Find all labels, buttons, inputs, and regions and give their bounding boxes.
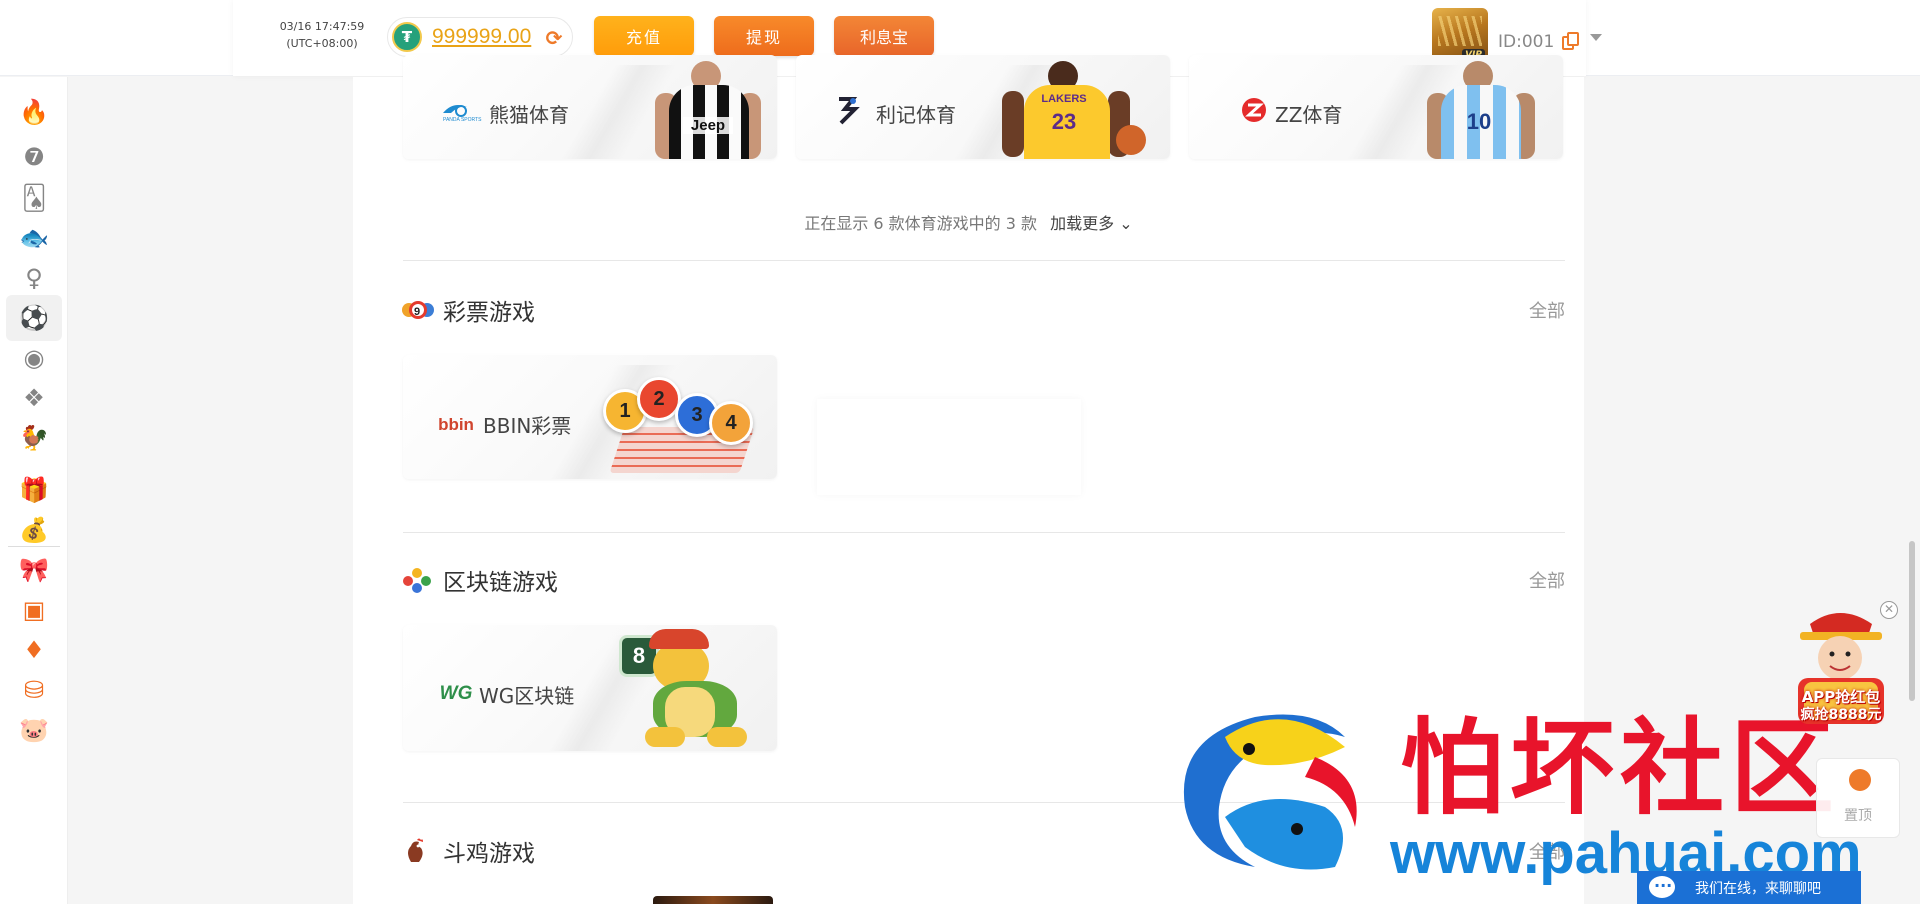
blockchain-icon: ❖ bbox=[23, 384, 45, 412]
watermark-fish-logo bbox=[1165, 697, 1377, 879]
athlete-image: Jeep bbox=[647, 55, 767, 159]
athlete-image: 23 LAKERS bbox=[992, 55, 1146, 159]
avatar-image bbox=[1438, 16, 1482, 46]
lottery-card-bbin[interactable]: bbin BBIN彩票 1 2 3 4 bbox=[403, 355, 777, 479]
timezone-text: (UTC+08:00) bbox=[286, 37, 358, 50]
sidebar: 🔥 ❼ 🂡 🐟 ♀ ⚽ ◉ ❖ 🐓 🎁 💰 🎀 ▣ ♦ ⛁ 🐷 bbox=[0, 77, 68, 904]
card-name: 利记体育 bbox=[876, 103, 956, 127]
svg-text:PANDA SPORTS: PANDA SPORTS bbox=[443, 117, 482, 123]
cards-icon: 🂡 bbox=[21, 184, 47, 212]
blockchain-icon bbox=[401, 567, 433, 593]
load-more-button[interactable]: 加载更多 ⌄ bbox=[1050, 214, 1133, 233]
slot-777-icon: ❼ bbox=[23, 143, 45, 171]
see-all-lottery-link[interactable]: 全部 bbox=[1529, 297, 1565, 323]
chevron-double-down-icon: ⌄ bbox=[1119, 214, 1133, 233]
present-icon: 🎀 bbox=[19, 556, 49, 584]
card-name: 熊猫体育 bbox=[489, 103, 569, 127]
section-title-cockfight: 斗鸡游戏 bbox=[401, 834, 535, 868]
blockchain-card-wg[interactable]: WG WG区块链 8 bbox=[403, 625, 777, 751]
panda-sports-logo: PANDA SPORTS bbox=[439, 99, 485, 123]
promo-box-icon: ▣ bbox=[22, 596, 46, 624]
lottery-balls-icon: 9 bbox=[401, 297, 434, 323]
promo-line-2: 疯抢8888元 bbox=[1800, 707, 1882, 723]
server-time: 03/16 17:47:59 (UTC+08:00) bbox=[272, 18, 372, 52]
money-bag-icon: 💰 bbox=[19, 516, 49, 544]
balance-widget: ₮ 999999.00 ⟳ bbox=[387, 17, 573, 57]
chevron-down-icon[interactable] bbox=[1590, 34, 1602, 41]
lottery-ticket-image: 1 2 3 4 bbox=[595, 375, 775, 479]
sidebar-item-slot-777[interactable]: ❼ bbox=[6, 134, 62, 180]
fish-icon: 🐟 bbox=[19, 224, 49, 252]
load-status-text: 正在显示 6 款体育游戏中的 3 款 bbox=[804, 214, 1038, 233]
usdt-icon: ₮ bbox=[392, 22, 422, 52]
sidebar-item-rooster[interactable]: 🐓 bbox=[6, 415, 62, 461]
empty-game-card bbox=[817, 399, 1081, 495]
refresh-icon[interactable]: ⟳ bbox=[542, 26, 566, 50]
scrollbar-thumb[interactable] bbox=[1909, 541, 1915, 701]
date-text: 03/16 17:47:59 bbox=[279, 20, 365, 33]
section-title-text: 斗鸡游戏 bbox=[443, 841, 535, 867]
live-dealer-icon: ♀ bbox=[25, 264, 43, 292]
zz-sports-logo bbox=[1241, 97, 1267, 123]
section-title-lottery: 9 彩票游戏 bbox=[401, 293, 535, 327]
back-to-top-label: 置顶 bbox=[1844, 808, 1872, 824]
cockfight-card-peek bbox=[653, 896, 773, 904]
liji-sports-logo bbox=[832, 95, 862, 125]
rooster-icon: 🐓 bbox=[19, 424, 49, 452]
sports-ball-icon: ⚽ bbox=[19, 304, 49, 332]
gift-box-icon: 🎁 bbox=[19, 476, 49, 504]
card-name: BBIN彩票 bbox=[483, 414, 572, 438]
section-divider bbox=[403, 802, 1565, 803]
section-title-text: 区块链游戏 bbox=[443, 570, 558, 596]
athlete-image: 10 bbox=[1419, 55, 1539, 159]
arrow-up-icon bbox=[1849, 769, 1871, 791]
watermark-text: 怕坏社区 bbox=[1400, 706, 1841, 829]
sidebar-item-piggy-bank[interactable]: 🐷 bbox=[6, 707, 62, 753]
bowser-character-image: 8 bbox=[609, 627, 769, 751]
sports-card-zz[interactable]: ZZ体育 10 bbox=[1189, 55, 1563, 159]
withdraw-button[interactable]: 提现 bbox=[714, 16, 814, 56]
close-icon[interactable]: ✕ bbox=[1880, 601, 1898, 619]
copy-icon[interactable] bbox=[1562, 32, 1580, 52]
wg-logo: WG bbox=[439, 683, 473, 704]
recharge-button[interactable]: 充值 bbox=[594, 16, 694, 56]
sidebar-item-hot[interactable]: 🔥 bbox=[6, 89, 62, 135]
coins-icon: ⛁ bbox=[23, 676, 45, 704]
sports-card-panda[interactable]: PANDA SPORTS 熊猫体育 Jeep bbox=[403, 55, 777, 159]
balance-value[interactable]: 999999.00 bbox=[432, 25, 531, 49]
section-divider bbox=[403, 532, 1565, 533]
user-id: ID:001 bbox=[1498, 32, 1555, 52]
interest-treasure-button[interactable]: 利息宝 bbox=[834, 16, 934, 56]
lottery-icon: ◉ bbox=[23, 344, 45, 372]
section-divider bbox=[403, 260, 1565, 261]
rooster-icon bbox=[401, 838, 433, 864]
vip-shield-icon: ♦ bbox=[23, 636, 45, 664]
see-all-blockchain-link[interactable]: 全部 bbox=[1529, 567, 1565, 593]
sports-card-liji[interactable]: 利记体育 23 LAKERS bbox=[796, 55, 1170, 159]
card-name: WG区块链 bbox=[479, 684, 575, 708]
bbin-logo: bbin bbox=[438, 415, 474, 434]
card-name: ZZ体育 bbox=[1275, 103, 1343, 127]
load-more-row: 正在显示 6 款体育游戏中的 3 款 加载更多 ⌄ bbox=[353, 210, 1584, 234]
section-title-blockchain: 区块链游戏 bbox=[401, 563, 558, 597]
piggy-bank-icon: 🐷 bbox=[19, 716, 49, 744]
section-title-text: 彩票游戏 bbox=[443, 300, 535, 326]
hot-icon: 🔥 bbox=[19, 98, 49, 126]
back-to-top-button[interactable]: 置顶 bbox=[1816, 758, 1900, 838]
chat-bubble-icon bbox=[1649, 872, 1675, 898]
live-chat-bar[interactable]: 我们在线，来聊聊吧 bbox=[1637, 871, 1861, 904]
chat-label: 我们在线，来聊聊吧 bbox=[1695, 880, 1821, 897]
app-red-packet-promo[interactable]: APP抢红包 疯抢8888元 bbox=[1780, 602, 1900, 728]
svg-text:9: 9 bbox=[414, 306, 420, 318]
